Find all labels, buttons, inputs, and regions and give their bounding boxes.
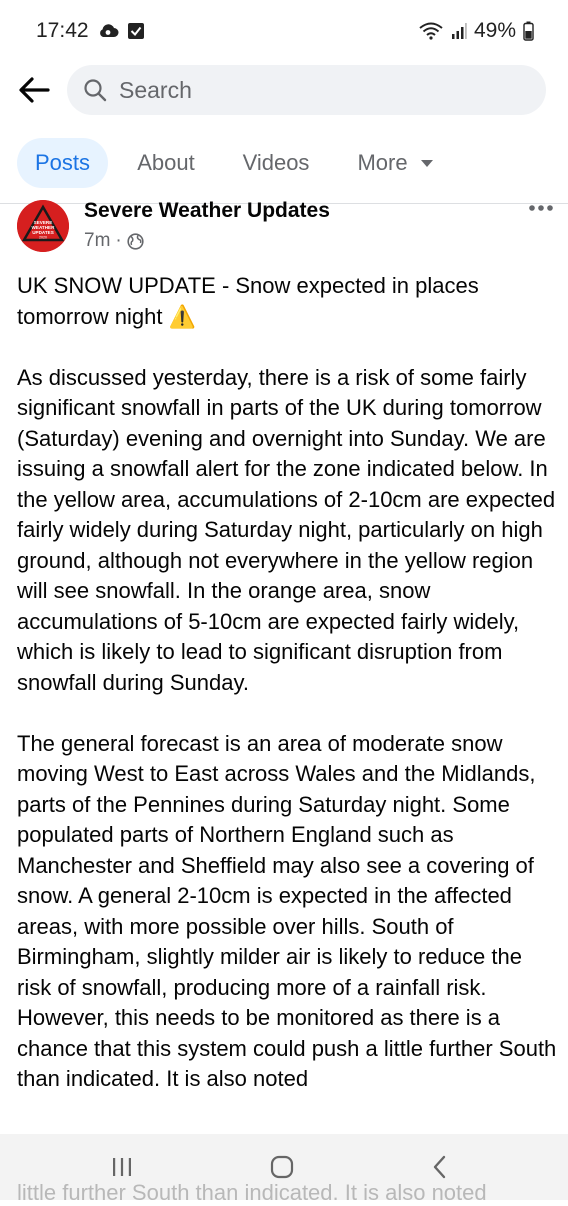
post-author[interactable]: Severe Weather Updates bbox=[84, 199, 330, 223]
tab-label: Videos bbox=[242, 150, 310, 175]
page-avatar[interactable]: SEVERE WEATHER UPDATES 2020 bbox=[17, 200, 69, 252]
tab-label: About bbox=[137, 150, 195, 175]
more-horizontal-icon bbox=[529, 205, 553, 211]
post-time[interactable]: 7m bbox=[84, 230, 110, 252]
signal-icon bbox=[451, 22, 467, 40]
status-time: 17:42 bbox=[36, 19, 89, 42]
globe-icon bbox=[127, 232, 144, 250]
search-bar[interactable] bbox=[67, 65, 546, 115]
meta-separator: · bbox=[115, 230, 122, 251]
home-icon bbox=[270, 1155, 294, 1179]
home-button[interactable] bbox=[262, 1151, 302, 1183]
caret-down-icon bbox=[420, 159, 434, 168]
checkbox-notification-icon bbox=[127, 22, 145, 40]
back-chevron-icon bbox=[433, 1155, 446, 1179]
avatar-text-3: UPDATES bbox=[32, 230, 54, 235]
underlay-text: little further South than indicated. It … bbox=[17, 1180, 487, 1205]
tab-label: Posts bbox=[34, 150, 91, 175]
back-button[interactable] bbox=[14, 70, 54, 110]
top-header bbox=[0, 62, 568, 120]
tab-label: More bbox=[357, 150, 408, 175]
post-options-button[interactable] bbox=[524, 197, 558, 219]
recents-button[interactable] bbox=[102, 1151, 142, 1183]
wifi-icon bbox=[418, 21, 444, 41]
battery-percent: 49% bbox=[473, 19, 516, 42]
page-tabs: Posts About Videos More bbox=[0, 132, 568, 194]
avatar-text-4: 2020 bbox=[39, 236, 47, 240]
tab-videos[interactable]: Videos bbox=[226, 138, 326, 188]
post-paragraph: UK SNOW UPDATE - Snow expected in places… bbox=[17, 273, 479, 329]
arrow-left-icon bbox=[19, 77, 50, 103]
system-back-button[interactable] bbox=[420, 1151, 460, 1183]
tab-posts[interactable]: Posts bbox=[17, 138, 108, 188]
post-paragraph: As discussed yesterday, there is a risk … bbox=[17, 364, 556, 695]
tab-more[interactable]: More bbox=[343, 138, 448, 188]
search-input[interactable] bbox=[117, 75, 501, 105]
cloud-sync-icon bbox=[97, 23, 119, 39]
post-text: UK SNOW UPDATE - Snow expected in places… bbox=[17, 271, 557, 1125]
post-meta: 7m · bbox=[84, 230, 144, 252]
recents-icon bbox=[113, 1158, 131, 1176]
tab-about[interactable]: About bbox=[121, 138, 211, 188]
post-paragraph: The general forecast is an area of moder… bbox=[17, 730, 557, 1092]
battery-icon bbox=[523, 21, 534, 41]
status-bar: 17:42 49% bbox=[0, 0, 568, 62]
search-icon bbox=[84, 79, 107, 102]
